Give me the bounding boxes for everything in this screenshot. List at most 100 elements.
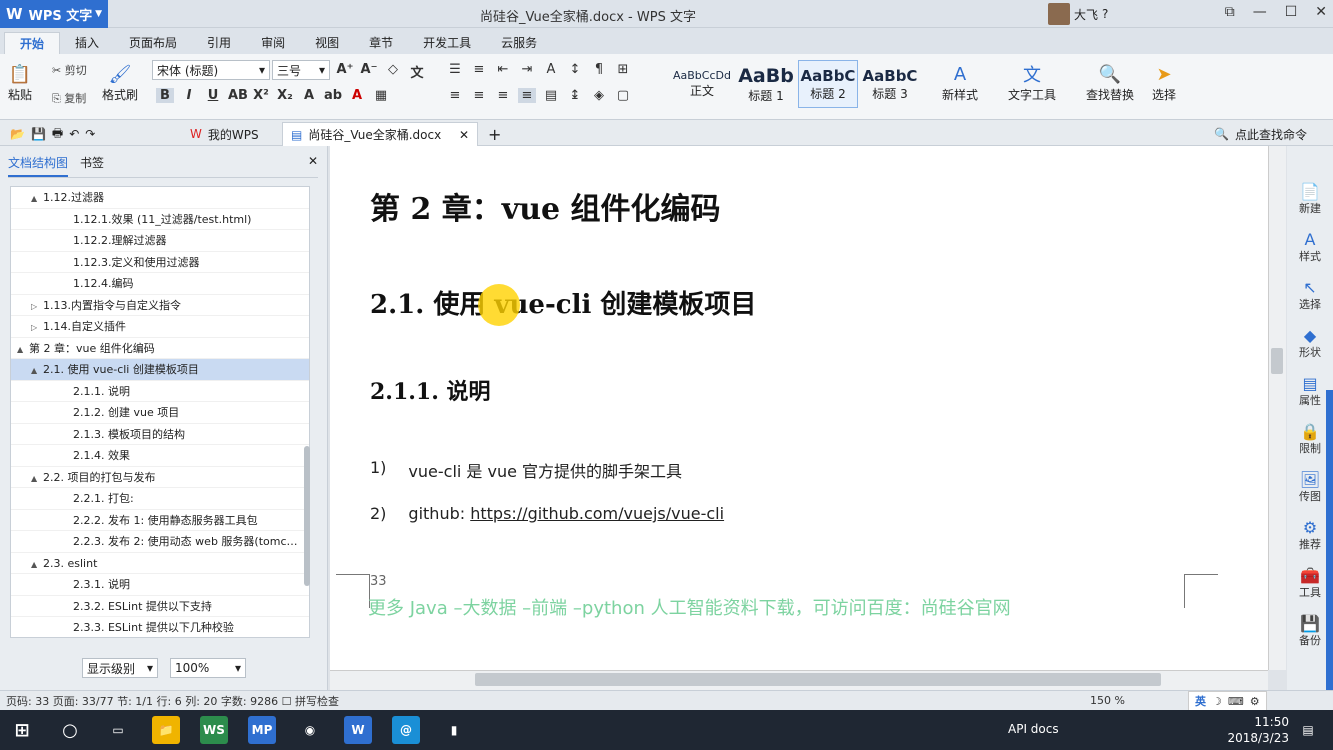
ime-toolbar[interactable]: 英 ☽ ⌨ ⚙: [1188, 691, 1267, 711]
outline-item[interactable]: 2.2.3. 发布 2: 使用动态 web 服务器(tomc…: [11, 531, 309, 553]
undo-icon[interactable]: ↶: [69, 127, 79, 141]
tab-insert[interactable]: 插入: [60, 32, 114, 54]
close-icon[interactable]: ✕: [1315, 4, 1327, 20]
tab-document[interactable]: ▤ 尚硅谷_Vue全家桶.docx ✕: [282, 122, 478, 146]
search-command[interactable]: 🔍 点此查找命令: [1206, 122, 1315, 146]
copy-button[interactable]: ⎘ 复制: [52, 90, 86, 106]
horizontal-scroll-thumb[interactable]: [475, 673, 1161, 686]
user-account[interactable]: 大飞?: [1048, 3, 1108, 25]
outline-item[interactable]: ▷ 1.13.内置指令与自定义指令: [11, 295, 309, 316]
tab-chapter[interactable]: 章节: [354, 32, 408, 54]
highlight-icon[interactable]: ab: [324, 88, 342, 103]
outline-item[interactable]: 2.3.3. ESLint 提供以下几种校验: [11, 617, 309, 637]
strikethrough-icon[interactable]: AB: [228, 88, 248, 103]
redo-icon[interactable]: ↷: [85, 127, 95, 141]
bold-icon[interactable]: B: [156, 88, 174, 103]
zoom-level[interactable]: 150 %: [1090, 694, 1125, 707]
clear-format-icon[interactable]: ◇: [384, 62, 402, 81]
vertical-scrollbar[interactable]: [1268, 146, 1286, 670]
align-left-icon[interactable]: ≡: [446, 88, 464, 103]
spell-check-toggle[interactable]: ☐ 拼写检查: [282, 693, 339, 709]
show-marks-icon[interactable]: ¶: [590, 62, 608, 77]
vertical-scroll-thumb[interactable]: [1271, 348, 1283, 374]
app2-icon[interactable]: ▮: [440, 716, 468, 744]
outline-item[interactable]: 1.12.1.效果 (11_过滤器/test.html): [11, 209, 309, 230]
outdent-icon[interactable]: ⇤: [494, 62, 512, 77]
system-clock[interactable]: 11:50 2018/3/23: [1227, 714, 1289, 746]
table-icon[interactable]: ⊞: [614, 62, 632, 77]
outline-item[interactable]: ▲ 1.12.过滤器: [11, 187, 309, 209]
level-select[interactable]: 显示级别 ▾: [82, 658, 158, 678]
open-icon[interactable]: 📂: [10, 127, 25, 141]
close-pane-icon[interactable]: ✕: [308, 154, 318, 177]
expand-toggle-icon[interactable]: ▲: [17, 339, 29, 359]
restore-icon[interactable]: ⧉: [1225, 4, 1235, 20]
shrink-font-icon[interactable]: A⁻: [360, 62, 378, 81]
task-view-icon[interactable]: ▭: [104, 716, 132, 744]
taskbar-api-docs[interactable]: API docs: [1008, 722, 1059, 736]
font-size-select[interactable]: 三号 ▾: [272, 60, 330, 80]
outline-item[interactable]: 2.2.1. 打包:: [11, 488, 309, 510]
char-shade-icon[interactable]: ▦: [372, 88, 390, 103]
superscript-icon[interactable]: X²: [252, 88, 270, 103]
tab-start[interactable]: 开始: [4, 32, 61, 54]
subscript-icon[interactable]: X₂: [276, 88, 294, 103]
text-effect-icon[interactable]: A: [300, 88, 318, 103]
expand-toggle-icon[interactable]: ▷: [31, 317, 43, 337]
expand-toggle-icon[interactable]: ▲: [31, 468, 43, 488]
font-color-icon[interactable]: A: [348, 88, 366, 103]
style-normal[interactable]: AaBbCcDd 正文: [672, 60, 732, 108]
github-link[interactable]: https://github.com/vuejs/vue-cli: [470, 504, 724, 523]
outline-item[interactable]: 1.12.3.定义和使用过滤器: [11, 252, 309, 273]
tab-layout[interactable]: 页面布局: [114, 32, 192, 54]
app-icon[interactable]: @: [392, 716, 420, 744]
outline-item[interactable]: 2.1.1. 说明: [11, 381, 309, 402]
outline-item[interactable]: ▲ 第 2 章：vue 组件化编码: [11, 338, 309, 359]
cut-button[interactable]: ✂ 剪切: [52, 62, 87, 78]
style-heading-1[interactable]: AaBb 标题 1: [736, 60, 796, 108]
tab-review[interactable]: 审阅: [246, 32, 300, 54]
style-heading-3[interactable]: AaBbC 标题 3: [860, 60, 920, 108]
paste-button[interactable]: 📋 粘贴: [8, 62, 32, 103]
grow-font-icon[interactable]: A⁺: [336, 62, 354, 81]
help-icon[interactable]: ?: [1102, 7, 1108, 21]
distribute-icon[interactable]: ▤: [542, 88, 560, 103]
outline-item[interactable]: 1.12.4.编码: [11, 273, 309, 295]
line-spacing-icon[interactable]: ↨: [566, 88, 584, 103]
minimize-icon[interactable]: —: [1253, 4, 1267, 20]
mp-icon[interactable]: MP: [248, 716, 276, 744]
right-panel-item[interactable]: A 样式: [1287, 230, 1333, 264]
numbering-icon[interactable]: ≡: [470, 62, 488, 77]
nav-scrollbar[interactable]: [304, 446, 310, 586]
tab-reference[interactable]: 引用: [192, 32, 246, 54]
chrome-icon[interactable]: ◉: [296, 716, 324, 744]
bullets-icon[interactable]: ☰: [446, 62, 464, 77]
font-select[interactable]: 宋体 (标题) ▾: [152, 60, 270, 80]
document-page[interactable]: 第 2 章：vue 组件化编码 2.1. 使用 vue-cli 创建模板项目 2…: [330, 146, 1268, 670]
outline-item[interactable]: ▷ 1.14.自定义插件: [11, 316, 309, 338]
save-icon[interactable]: 💾: [31, 127, 46, 141]
outline-item[interactable]: 2.1.4. 效果: [11, 445, 309, 467]
style-heading-2[interactable]: AaBbC 标题 2: [798, 60, 858, 108]
right-panel-item[interactable]: ◆ 形状: [1287, 326, 1333, 360]
tab-document-map[interactable]: 文档结构图: [8, 154, 69, 177]
expand-toggle-icon[interactable]: ▷: [31, 296, 43, 316]
windows-start-icon[interactable]: ⊞: [8, 716, 36, 744]
border-icon[interactable]: ▢: [614, 88, 632, 103]
outline-item[interactable]: 2.1.2. 创建 vue 项目: [11, 402, 309, 424]
outline-item[interactable]: 2.2.2. 发布 1: 使用静态服务器工具包: [11, 510, 309, 531]
select-button[interactable]: ➤ 选择: [1152, 62, 1176, 103]
outline-item[interactable]: ▲ 2.3. eslint: [11, 553, 309, 574]
find-replace-button[interactable]: 🔍 查找替换: [1086, 62, 1134, 103]
shading-icon[interactable]: ◈: [590, 88, 608, 103]
outline-item[interactable]: 1.12.2.理解过滤器: [11, 230, 309, 252]
text-tools-button[interactable]: 文文字工具: [1008, 62, 1056, 103]
new-tab-button[interactable]: +: [480, 122, 509, 146]
app-menu-button[interactable]: W WPS 文字 ▼: [0, 0, 108, 28]
outline-item[interactable]: 2.3.1. 说明: [11, 574, 309, 596]
outline-item[interactable]: ▲ 2.1. 使用 vue-cli 创建模板项目: [11, 359, 309, 381]
cortana-icon[interactable]: ○: [56, 716, 84, 744]
outline-item[interactable]: ▲ 2.2. 项目的打包与发布: [11, 467, 309, 488]
italic-icon[interactable]: I: [180, 88, 198, 103]
expand-toggle-icon[interactable]: ▲: [31, 554, 43, 574]
